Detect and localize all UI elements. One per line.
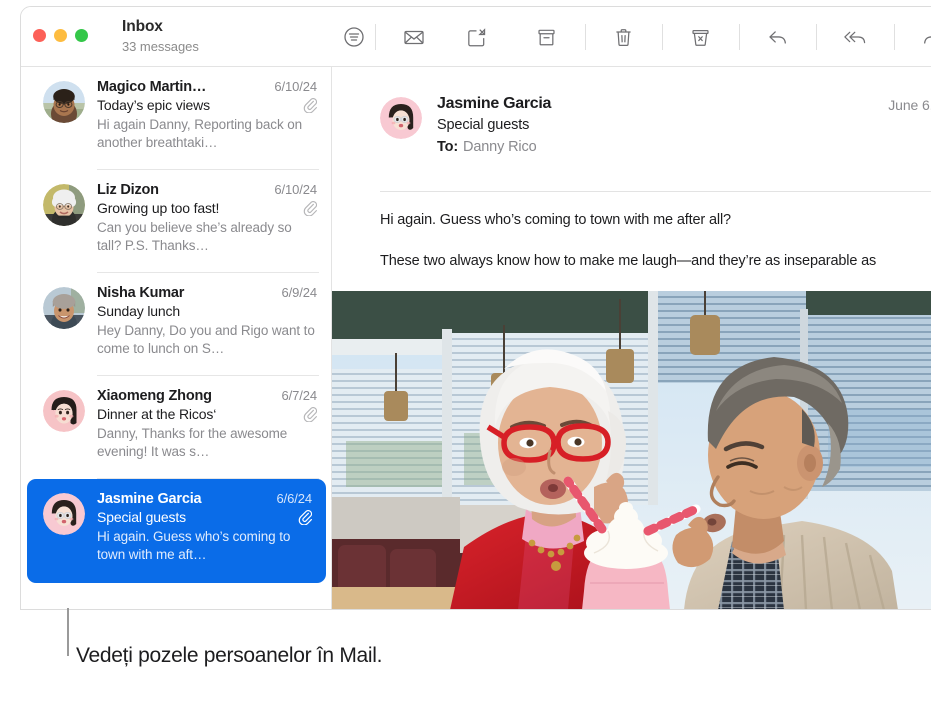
message-subject: Sunday lunch [97, 303, 181, 319]
message-view-date: June 6, 2024 [888, 97, 931, 113]
minimize-window-button[interactable] [54, 29, 67, 42]
reply-icon [769, 30, 787, 44]
compose-icon [468, 27, 486, 46]
close-window-button[interactable] [33, 29, 46, 42]
callout-caption: Vedeți pozele persoanelor în Mail. [76, 644, 383, 667]
forward-button[interactable] [919, 20, 931, 54]
attachment-icon [303, 98, 317, 113]
reply-all-button[interactable] [842, 20, 869, 54]
archive-button[interactable] [533, 20, 559, 54]
message-list-item[interactable]: Magico Martin… 6/10/24 Today’s epic view… [21, 67, 331, 170]
message-date: 6/6/24 [276, 491, 312, 506]
message-list-item-body: Magico Martin… 6/10/24 Today’s epic view… [97, 79, 317, 170]
junk-icon [692, 29, 709, 46]
message-list-item-selected[interactable]: Jasmine Garcia 6/6/24 Special guests Hi … [27, 479, 326, 583]
message-sender: Nisha Kumar [97, 285, 185, 301]
avatar [43, 390, 85, 432]
message-sender: Liz Dizon [97, 182, 159, 198]
junk-button[interactable] [688, 20, 714, 54]
message-list-item[interactable]: Nisha Kumar 6/9/24 Sunday lunch Hey Dann… [21, 273, 331, 376]
to-value[interactable]: Danny Rico [463, 139, 537, 155]
message-subject: Growing up too fast! [97, 200, 220, 216]
window-titlebar: Inbox 33 messages [21, 7, 931, 67]
toolbar-separator [739, 24, 740, 50]
message-sender: Magico Martin… [97, 79, 207, 95]
attachment-icon [298, 510, 312, 525]
message-view-recipients: To: Danny Rico [437, 136, 931, 158]
message-header-text: Jasmine Garcia Special guests To: Danny R… [437, 93, 931, 158]
message-view-sender: Jasmine Garcia [437, 95, 552, 112]
delete-button[interactable] [611, 20, 637, 54]
screenshot-root: Inbox 33 messages Magico Martin… 6/10/24… [0, 0, 931, 716]
mailbox-name: Inbox [122, 18, 163, 35]
avatar [43, 81, 85, 123]
mail-window: Inbox 33 messages Magico Martin… 6/10/24… [20, 6, 931, 610]
filter-button[interactable] [341, 20, 367, 54]
message-subject: Today’s epic views [97, 97, 210, 113]
to-label: To: [437, 139, 459, 155]
message-subject: Dinner at the Ricos‘ [97, 406, 217, 422]
window-content: Magico Martin… 6/10/24 Today’s epic view… [21, 67, 931, 609]
mailbox-message-count: 33 messages [122, 39, 199, 54]
avatar [43, 184, 85, 226]
toolbar-separator [816, 24, 817, 50]
message-body: Hi again. Guess who’s coming to town wit… [380, 210, 931, 271]
message-preview: Hi again Danny, Reporting back on anothe… [97, 117, 303, 150]
mail-toolbar [341, 7, 931, 67]
message-header: Jasmine Garcia Special guests To: Danny R… [332, 67, 931, 167]
attachment-icon [303, 201, 317, 216]
message-date: 6/7/24 [281, 388, 317, 403]
reply-all-icon [844, 31, 866, 43]
toolbar-separator [661, 24, 663, 50]
message-date: 6/9/24 [281, 285, 317, 300]
filter-icon [344, 27, 364, 47]
toolbar-separator [893, 24, 895, 50]
message-preview: Hi again. Guess who’s coming to town wit… [97, 529, 291, 562]
message-photo-attachment[interactable] [332, 291, 931, 609]
message-list-item-body: Jasmine Garcia 6/6/24 Special guests Hi … [97, 491, 312, 583]
message-list-item-body: Nisha Kumar 6/9/24 Sunday lunch Hey Dann… [97, 285, 317, 376]
toolbar-separator [584, 24, 586, 50]
message-list-item[interactable]: Liz Dizon 6/10/24 Growing up too fast! C… [21, 170, 331, 273]
message-list-item-body: Liz Dizon 6/10/24 Growing up too fast! C… [97, 182, 317, 273]
traffic-lights [33, 29, 88, 42]
message-sender: Jasmine Garcia [97, 491, 202, 507]
header-divider [380, 191, 931, 192]
avatar [380, 97, 422, 139]
message-date: 6/10/24 [274, 182, 317, 197]
message-list[interactable]: Magico Martin… 6/10/24 Today’s epic view… [21, 67, 331, 609]
trash-icon [616, 28, 631, 46]
message-list-item[interactable]: Xiaomeng Zhong 6/7/24 Dinner at the Rico… [21, 376, 331, 479]
forward-icon [924, 35, 931, 44]
message-sender: Xiaomeng Zhong [97, 388, 212, 404]
message-date: 6/10/24 [274, 79, 317, 94]
mark-unread-button[interactable] [401, 20, 427, 54]
mailbox-title-block: Inbox 33 messages [122, 17, 302, 56]
message-paragraph: Hi again. Guess who’s coming to town wit… [380, 212, 731, 228]
message-preview: Hey Danny, Do you and Rigo want to come … [97, 323, 315, 356]
reply-button[interactable] [765, 20, 791, 54]
envelope-icon [404, 30, 424, 45]
message-paragraph: These two always know how to make me lau… [380, 253, 877, 269]
zoom-window-button[interactable] [75, 29, 88, 42]
message-subject: Special guests [97, 509, 186, 525]
avatar [43, 287, 85, 329]
compose-button[interactable] [463, 20, 489, 54]
message-view-subject: Special guests [437, 117, 530, 133]
message-preview: Danny, Thanks for the awesome evening! I… [97, 426, 288, 459]
message-view: Jasmine Garcia Special guests To: Danny R… [332, 67, 931, 609]
archive-icon [538, 29, 555, 45]
message-list-item-body: Xiaomeng Zhong 6/7/24 Dinner at the Rico… [97, 388, 317, 479]
callout-leader-line [67, 608, 69, 656]
attachment-icon [303, 407, 317, 422]
avatar [43, 493, 85, 535]
toolbar-separator [375, 24, 377, 50]
message-preview: Can you believe she’s already so tall? P… [97, 220, 292, 253]
